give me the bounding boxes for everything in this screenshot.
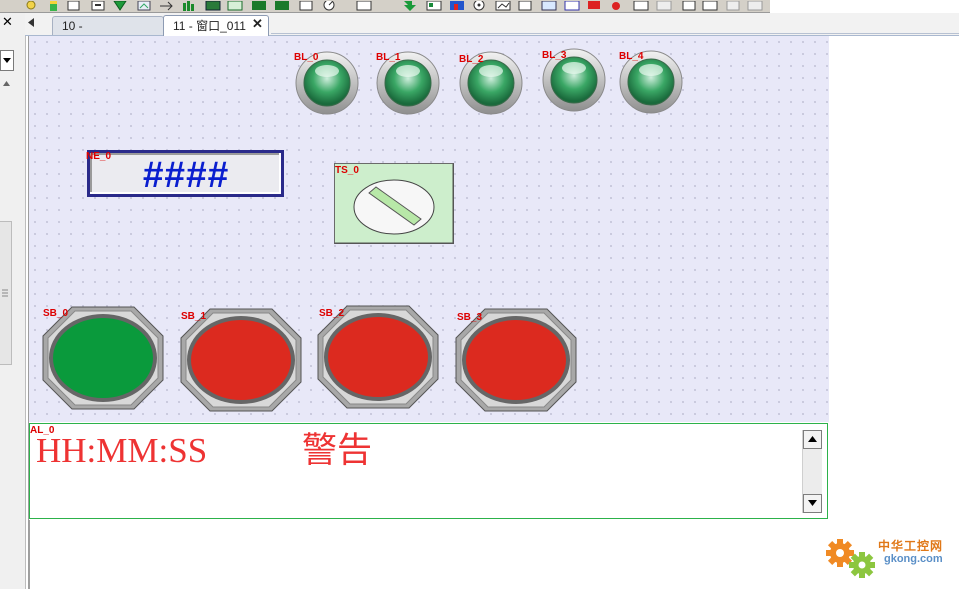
camera2-icon[interactable]: [747, 0, 763, 11]
camera-icon[interactable]: [495, 0, 511, 11]
numeric-entry-label: NE_0: [86, 151, 112, 162]
stop-icon[interactable]: [612, 2, 620, 10]
bulb-icon[interactable]: [26, 0, 36, 10]
push-button-sb3[interactable]: [455, 308, 577, 412]
table2-icon[interactable]: [564, 0, 580, 11]
bar-graph-icon[interactable]: [183, 1, 194, 11]
record-icon[interactable]: [426, 0, 442, 11]
push-button-label: SB_3: [457, 312, 483, 323]
label-icon[interactable]: [91, 0, 105, 11]
trend-icon[interactable]: [252, 1, 266, 10]
chart-icon[interactable]: [356, 0, 372, 11]
scroll-up-icon[interactable]: [3, 81, 10, 86]
io-icon[interactable]: [275, 1, 289, 10]
script-icon[interactable]: [518, 0, 532, 11]
alarm-scrollbar[interactable]: [802, 430, 822, 513]
panel-scrollbar[interactable]: [0, 221, 12, 365]
tab-strip: 10 - WINDOW_010 11 - 窗口_011 ✕: [25, 13, 959, 52]
flag-icon[interactable]: [450, 1, 464, 10]
red-button-icon: [317, 305, 439, 409]
gauge-icon[interactable]: [323, 0, 335, 11]
red-button-icon: [455, 308, 577, 412]
push-button-sb2[interactable]: [317, 305, 439, 409]
export-icon[interactable]: [726, 0, 740, 11]
watermark-en: gkong.com: [884, 553, 943, 565]
gear-logo-icon: [826, 539, 875, 578]
lamp-label: BL_0: [294, 52, 319, 63]
toolbar: [0, 0, 770, 13]
lamp-label: BL_1: [376, 52, 401, 63]
toolbar-icons: [0, 0, 770, 13]
tower-light-icon[interactable]: [50, 1, 57, 11]
tab-strip-divider: [271, 33, 959, 34]
push-button-label: SB_0: [43, 308, 69, 319]
rectangle-icon[interactable]: [67, 0, 80, 11]
push-button-sb1[interactable]: [180, 308, 302, 412]
selector-switch-label: TS_0: [335, 165, 359, 176]
lamp-label: BL_3: [542, 50, 567, 61]
picture-icon[interactable]: [137, 0, 151, 11]
watermark-logo: 中华工控网 gkong.com: [822, 527, 959, 587]
tab-label: 11 - 窗口_011: [173, 19, 246, 33]
numeric-entry-ne0[interactable]: ####: [87, 150, 284, 197]
panel-dropdown[interactable]: [0, 50, 14, 71]
scroll-up-button[interactable]: [803, 430, 822, 449]
green-button-icon: [42, 306, 164, 410]
push-button-label: SB_2: [319, 308, 345, 319]
history-icon[interactable]: [656, 0, 672, 11]
copy-icon[interactable]: [541, 0, 557, 11]
alarm-message-column: 警告: [302, 431, 373, 470]
tab-window-010[interactable]: 10 - WINDOW_010: [52, 16, 164, 52]
numeric-entry-field: ####: [90, 153, 281, 195]
lamp-label: BL_2: [459, 54, 484, 65]
alarm-display-label: AL_0: [30, 425, 55, 436]
red-button-icon: [180, 308, 302, 412]
lamp-green-icon[interactable]: [113, 0, 127, 11]
paste-icon[interactable]: [702, 0, 718, 11]
push-button-label: SB_1: [181, 311, 207, 322]
print-icon[interactable]: [633, 0, 649, 11]
scroll-down-button[interactable]: [803, 494, 822, 513]
table-icon[interactable]: [227, 0, 243, 11]
panel-close-icon[interactable]: ✕: [2, 15, 13, 29]
watermark-cn: 中华工控网: [878, 539, 944, 553]
alarm-time-column: HH:MM:SS: [36, 431, 208, 470]
canvas-blank-area: [29, 520, 830, 589]
lamp-label: BL_4: [619, 51, 644, 62]
meter-icon[interactable]: [205, 0, 221, 11]
arrow-down-icon: [808, 500, 817, 506]
left-panel: ✕: [0, 13, 26, 589]
arrow-up-icon: [808, 436, 817, 442]
arrow-icon[interactable]: [160, 1, 173, 11]
tab-close-icon[interactable]: ✕: [252, 17, 263, 31]
numeric-entry-value: ####: [142, 154, 229, 195]
alarm-display-al0[interactable]: HH:MM:SS 警告: [29, 423, 828, 519]
clock-icon[interactable]: [299, 0, 313, 11]
tab-scroll-left-icon[interactable]: [28, 18, 34, 27]
grid-icon[interactable]: [404, 1, 416, 11]
doc-icon[interactable]: [682, 0, 696, 11]
alarm-bell-icon[interactable]: [588, 1, 600, 9]
push-button-sb0[interactable]: [42, 306, 164, 410]
chevron-down-icon: [3, 58, 11, 63]
window-icon[interactable]: [473, 0, 485, 11]
grip-icon: [2, 289, 8, 297]
